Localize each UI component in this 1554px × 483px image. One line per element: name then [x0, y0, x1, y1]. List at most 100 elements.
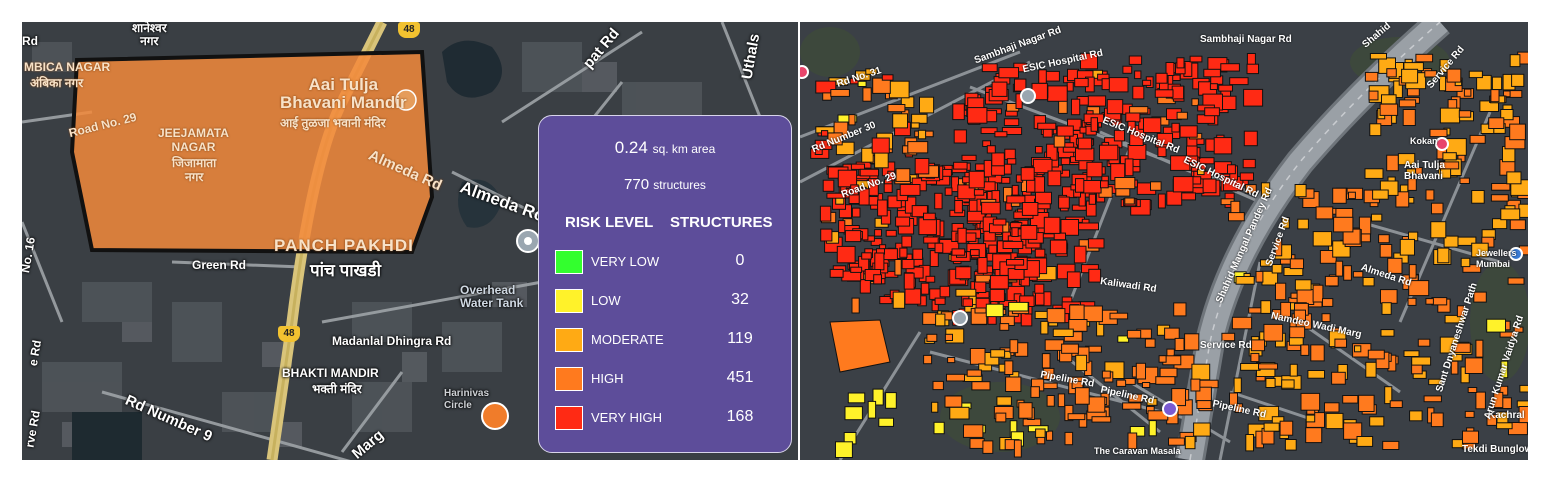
left-satellite-map[interactable]: शानेश्वर नगर Rd MBICA NAGAR अंबिका नगर R…: [22, 22, 798, 460]
building-footprint: [1034, 283, 1045, 294]
building-footprint: [1008, 301, 1029, 312]
building-footprint: [1150, 181, 1162, 191]
building-footprint: [1073, 245, 1087, 264]
building-footprint: [966, 369, 982, 377]
building-footprint: [1127, 143, 1147, 160]
building-footprint: [939, 285, 951, 298]
building-footprint: [1367, 349, 1385, 360]
building-footprint: [1172, 176, 1194, 193]
legend-swatch: [555, 367, 583, 391]
building-footprint: [1075, 147, 1095, 162]
building-footprint: [1305, 427, 1323, 444]
building-footprint: [874, 229, 882, 237]
building-footprint: [1381, 302, 1392, 315]
map-label: Aai Tulja Bhavani Mandir: [280, 75, 407, 112]
building-footprint: [1305, 414, 1316, 423]
building-footprint: [1124, 158, 1134, 177]
map-label: Harinivas Circle: [444, 388, 490, 411]
building-footprint: [1020, 167, 1035, 181]
building-footprint: [1240, 363, 1261, 371]
building-footprint: [971, 381, 991, 391]
building-footprint: [1086, 161, 1103, 178]
building-footprint: [1046, 430, 1054, 441]
building-footprint: [1066, 81, 1074, 92]
building-footprint: [992, 218, 1007, 226]
right-risk-map[interactable]: Sambhaji Nagar Rd Sambhaji Nagar Rd ESIC…: [800, 22, 1528, 460]
legend-count: 0: [735, 252, 745, 269]
building-footprint: [1135, 362, 1146, 380]
building-footprint: [923, 236, 940, 244]
building-footprint: [923, 212, 936, 221]
building-footprint: [1179, 125, 1198, 138]
map-label: MBICA NAGAR: [24, 60, 111, 74]
map-label: JEEJAMATA NAGAR: [158, 126, 229, 154]
building-footprint: [1077, 137, 1093, 150]
building-footprint: [848, 114, 856, 126]
building-footprint: [1142, 382, 1151, 388]
building-footprint: [1365, 361, 1377, 378]
building-footprint: [1052, 328, 1074, 338]
legend-label: VERY HIGH: [591, 410, 663, 425]
building-footprint: [1056, 125, 1074, 137]
building-footprint: [829, 268, 844, 278]
building-footprint: [1101, 370, 1111, 379]
building-footprint: [1415, 53, 1434, 63]
legend-row-low: LOW 32: [555, 289, 775, 313]
building-footprint: [859, 279, 871, 294]
building-footprint: [1335, 260, 1344, 277]
building-footprint: [844, 230, 862, 243]
building-footprint: [917, 129, 927, 140]
building-footprint: [871, 137, 890, 154]
building-footprint: [1126, 329, 1142, 339]
building-footprint: [1227, 164, 1236, 175]
building-footprint: [962, 298, 974, 307]
building-footprint: [1386, 154, 1399, 172]
building-footprint: [1243, 88, 1264, 107]
risk-legend: 0.24 sq. km area 770 structures RISK LEV…: [538, 115, 792, 453]
building-footprint: [1041, 353, 1051, 369]
building-footprint: [998, 67, 1019, 79]
building-footprint: [1174, 337, 1185, 351]
building-footprint: [935, 313, 946, 327]
building-footprint: [1332, 187, 1347, 204]
building-footprint: [1196, 400, 1212, 410]
building-footprint: [901, 259, 915, 270]
building-footprint: [1469, 134, 1486, 144]
building-footprint: [1166, 190, 1183, 206]
legend-count: 451: [726, 369, 754, 386]
building-footprint: [991, 81, 1008, 97]
building-footprint: [949, 406, 970, 420]
building-footprint: [955, 288, 977, 297]
building-footprint: [990, 349, 1006, 358]
building-footprint: [1176, 111, 1188, 120]
building-footprint: [920, 282, 930, 295]
building-footprint: [1053, 232, 1066, 241]
building-footprint: [1220, 63, 1240, 72]
building-footprint: [838, 220, 846, 234]
building-footprint: [1500, 208, 1521, 221]
building-footprint: [1020, 225, 1038, 240]
building-footprint: [1144, 338, 1156, 348]
building-footprint: [1250, 339, 1265, 352]
building-footprint: [968, 170, 985, 189]
building-footprint: [885, 229, 897, 237]
map-label: Tekdi Bunglow: [1462, 444, 1528, 455]
map-label: पांच पाखडी: [310, 261, 382, 280]
map-label: The Caravan Masala: [1094, 446, 1181, 456]
building-footprint: [1399, 238, 1415, 256]
building-footprint: [1403, 350, 1420, 357]
building-footprint: [1409, 410, 1423, 422]
building-footprint: [1030, 386, 1040, 398]
building-footprint: [1284, 439, 1297, 451]
building-footprint: [911, 113, 928, 124]
building-footprint: [1061, 343, 1079, 354]
building-footprint: [970, 249, 980, 256]
building-footprint: [1018, 402, 1033, 419]
building-footprint: [1159, 367, 1178, 378]
building-footprint: [1402, 109, 1416, 126]
building-footprint: [1100, 180, 1109, 189]
building-footprint: [1447, 99, 1458, 110]
building-footprint: [1049, 239, 1068, 255]
building-footprint: [1246, 63, 1259, 75]
building-footprint: [1155, 72, 1168, 84]
